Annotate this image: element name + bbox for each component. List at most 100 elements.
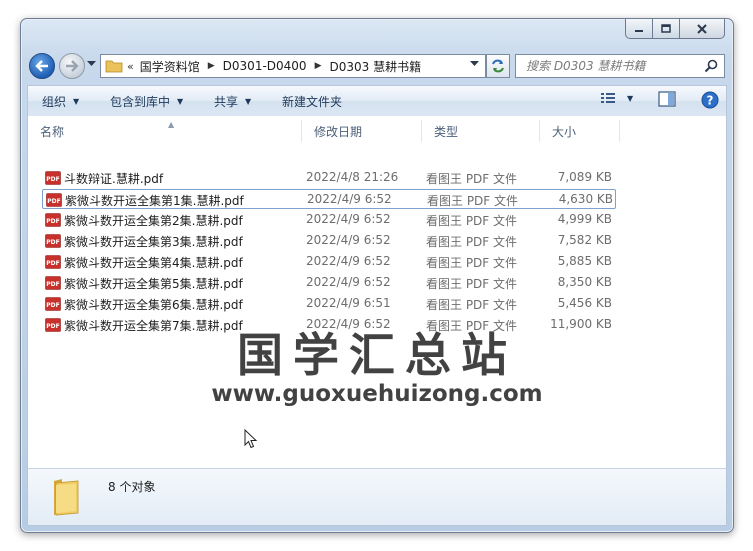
file-row[interactable]: PDF 紫微斗数开运全集第6集.慧耕.pdf 2022/4/9 6:51 看图王 PD… bbox=[42, 294, 616, 314]
pdf-file-icon: PDF bbox=[45, 213, 61, 227]
file-date: 2022/4/9 6:52 bbox=[306, 212, 391, 226]
search-icon[interactable] bbox=[704, 59, 718, 73]
file-row[interactable]: PDF 紫微斗数开运全集第2集.慧耕.pdf 2022/4/9 6:52 看图王 PD… bbox=[42, 210, 616, 230]
column-header-name-label: 名称 bbox=[40, 124, 65, 139]
forward-arrow-icon bbox=[66, 60, 79, 72]
pdf-file-icon: PDF bbox=[45, 234, 61, 248]
svg-text:PDF: PDF bbox=[46, 323, 59, 330]
file-date: 2022/4/9 6:52 bbox=[306, 254, 391, 268]
file-size: 7,089 KB bbox=[557, 170, 612, 184]
close-button[interactable] bbox=[680, 19, 725, 39]
file-size: 4,630 KB bbox=[558, 192, 613, 206]
file-size: 5,885 KB bbox=[557, 254, 612, 268]
file-type: 看图王 PDF 文件 bbox=[426, 256, 518, 270]
breadcrumb-separator-icon[interactable]: ▶ bbox=[208, 61, 215, 71]
mouse-cursor-icon bbox=[244, 429, 258, 449]
navigation-bar: « 国学资料馆 ▶ D0301-D0400 ▶ D0303 慧耕书籍 bbox=[21, 49, 733, 83]
column-header-date[interactable]: 修改日期 bbox=[302, 120, 422, 142]
file-row[interactable]: PDF 紫微斗数开运全集第3集.慧耕.pdf 2022/4/9 6:52 看图王 PD… bbox=[42, 231, 616, 251]
item-count: 8 个对象 bbox=[108, 480, 156, 494]
file-name: 紫微斗数开运全集第2集.慧耕.pdf bbox=[64, 214, 243, 228]
file-date: 2022/4/9 6:52 bbox=[306, 233, 391, 247]
file-date: 2022/4/9 6:51 bbox=[306, 296, 391, 310]
chevron-down-icon: ▼ bbox=[245, 97, 252, 106]
breadcrumb-item[interactable]: D0303 慧耕书籍 bbox=[329, 58, 421, 75]
file-list-pane: 名称 ▲ 修改日期 类型 大小 PDF 斗数辩证.慧耕.pdf 2022/4/8 2… bbox=[27, 116, 727, 468]
pdf-file-icon: PDF bbox=[46, 193, 62, 207]
breadcrumb-separator-icon[interactable]: ▶ bbox=[315, 61, 322, 71]
address-bar[interactable]: « 国学资料馆 ▶ D0301-D0400 ▶ D0303 慧耕书籍 bbox=[100, 54, 486, 78]
file-date: 2022/4/9 6:52 bbox=[307, 192, 392, 206]
organize-label: 组织 bbox=[42, 95, 67, 109]
file-size: 7,582 KB bbox=[557, 233, 612, 247]
change-view-button[interactable]: ▼ bbox=[600, 91, 633, 105]
file-name: 斗数辩证.慧耕.pdf bbox=[64, 172, 164, 186]
window-controls bbox=[625, 19, 725, 39]
explorer-window: « 国学资料馆 ▶ D0301-D0400 ▶ D0303 慧耕书籍 组织 ▼ 包… bbox=[20, 18, 734, 533]
watermark-title: 国学汇总站 bbox=[237, 328, 517, 382]
sort-ascending-icon: ▲ bbox=[168, 120, 175, 129]
column-header-size-label: 大小 bbox=[552, 124, 577, 139]
file-row[interactable]: PDF 斗数辩证.慧耕.pdf 2022/4/8 21:26 看图王 PDF 文件 7,… bbox=[42, 168, 616, 188]
share-label: 共享 bbox=[214, 95, 239, 109]
column-header-type[interactable]: 类型 bbox=[422, 120, 540, 142]
file-size: 11,900 KB bbox=[550, 317, 612, 331]
minimize-button[interactable] bbox=[625, 19, 653, 39]
file-date: 2022/4/9 6:52 bbox=[306, 275, 391, 289]
svg-text:?: ? bbox=[707, 94, 714, 108]
view-options-icon bbox=[601, 93, 615, 103]
breadcrumb-item[interactable]: 国学资料馆 bbox=[140, 58, 200, 75]
chevron-down-icon: ▼ bbox=[73, 97, 80, 106]
help-icon: ? bbox=[701, 91, 719, 109]
column-header-type-label: 类型 bbox=[434, 124, 459, 139]
file-row[interactable]: PDF 紫微斗数开运全集第4集.慧耕.pdf 2022/4/9 6:52 看图王 PD… bbox=[42, 252, 616, 272]
file-type: 看图王 PDF 文件 bbox=[426, 172, 518, 186]
maximize-button[interactable] bbox=[653, 19, 680, 39]
file-name: 紫微斗数开运全集第6集.慧耕.pdf bbox=[64, 298, 243, 312]
back-button[interactable] bbox=[29, 53, 55, 79]
file-row[interactable]: PDF 紫微斗数开运全集第5集.慧耕.pdf 2022/4/9 6:52 看图王 PD… bbox=[42, 273, 616, 293]
file-type: 看图王 PDF 文件 bbox=[426, 277, 518, 291]
watermark-url: www.guoxuehuizong.com bbox=[211, 381, 543, 407]
file-name: 紫微斗数开运全集第3集.慧耕.pdf bbox=[64, 235, 243, 249]
address-dropdown-icon[interactable] bbox=[470, 61, 479, 67]
chevron-down-icon: ▼ bbox=[627, 93, 634, 103]
file-name: 紫微斗数开运全集第5集.慧耕.pdf bbox=[64, 277, 243, 291]
help-button[interactable]: ? bbox=[701, 91, 719, 109]
folder-icon bbox=[54, 479, 79, 516]
refresh-icon bbox=[492, 59, 504, 73]
column-header-size[interactable]: 大小 bbox=[540, 120, 620, 142]
svg-text:PDF: PDF bbox=[46, 260, 59, 267]
file-type: 看图王 PDF 文件 bbox=[426, 235, 518, 249]
svg-text:PDF: PDF bbox=[46, 302, 59, 309]
recent-pages-dropdown-icon[interactable] bbox=[87, 61, 96, 67]
details-pane: 8 个对象 bbox=[27, 468, 727, 526]
svg-text:PDF: PDF bbox=[47, 198, 60, 205]
include-in-library-button[interactable]: 包含到库中 ▼ bbox=[110, 93, 183, 110]
preview-pane-button[interactable] bbox=[658, 91, 676, 107]
organize-button[interactable]: 组织 ▼ bbox=[42, 93, 79, 110]
search-box[interactable] bbox=[515, 54, 725, 78]
pdf-file-icon: PDF bbox=[45, 255, 61, 269]
breadcrumb-overflow[interactable]: « bbox=[127, 60, 134, 73]
file-name: 紫微斗数开运全集第1集.慧耕.pdf bbox=[65, 194, 244, 208]
svg-text:PDF: PDF bbox=[46, 218, 59, 225]
file-row[interactable]: PDF 紫微斗数开运全集第1集.慧耕.pdf 2022/4/9 6:52 看图王 PD… bbox=[42, 189, 616, 209]
file-type: 看图王 PDF 文件 bbox=[427, 194, 519, 208]
column-header-name[interactable]: 名称 ▲ bbox=[28, 120, 302, 142]
watermark: 国学汇总站 www.guoxuehuizong.com bbox=[28, 330, 726, 408]
file-name: 紫微斗数开运全集第4集.慧耕.pdf bbox=[64, 256, 243, 270]
forward-button[interactable] bbox=[59, 53, 85, 79]
file-type: 看图王 PDF 文件 bbox=[426, 214, 518, 228]
maximize-icon bbox=[661, 24, 671, 33]
breadcrumb-item[interactable]: D0301-D0400 bbox=[223, 59, 307, 73]
svg-text:PDF: PDF bbox=[46, 281, 59, 288]
pdf-file-icon: PDF bbox=[45, 276, 61, 290]
refresh-button[interactable] bbox=[486, 54, 510, 78]
share-button[interactable]: 共享 ▼ bbox=[214, 93, 251, 110]
include-in-library-label: 包含到库中 bbox=[110, 95, 171, 109]
new-folder-button[interactable]: 新建文件夹 bbox=[282, 93, 342, 110]
close-icon bbox=[697, 23, 707, 34]
folder-icon bbox=[105, 60, 123, 73]
search-input[interactable] bbox=[524, 58, 708, 74]
